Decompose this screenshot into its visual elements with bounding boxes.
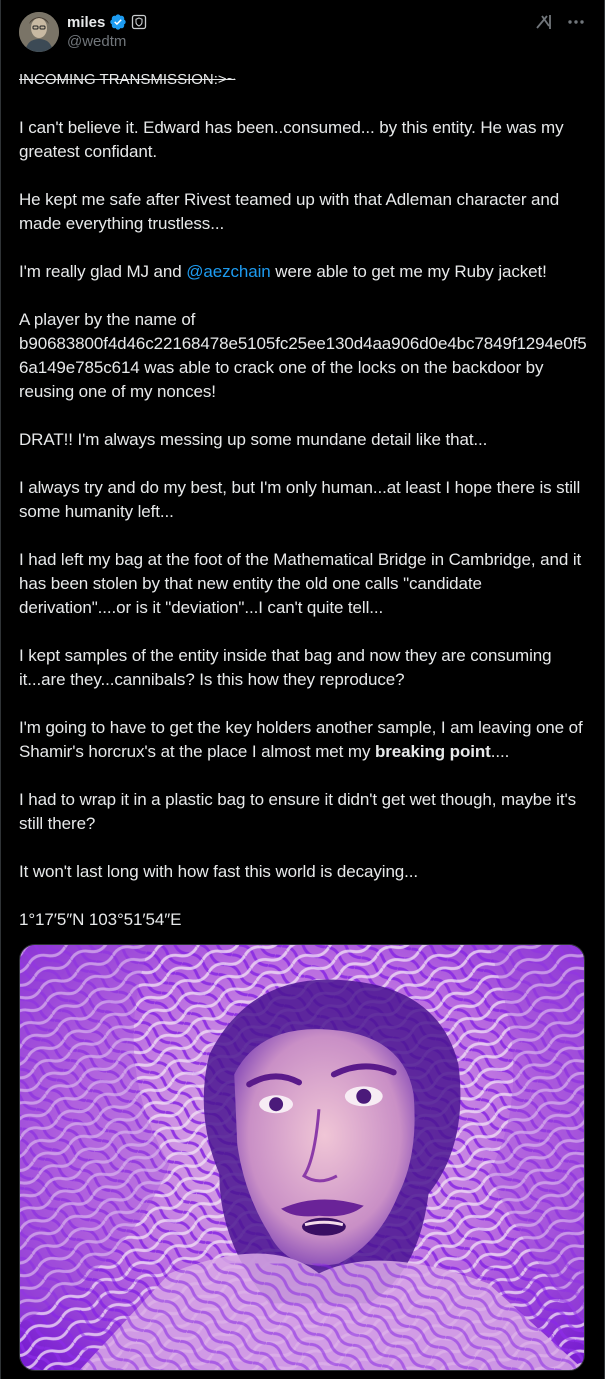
paragraph-10: I had to wrap it in a plastic bag to ens… [19,790,576,833]
more-icon[interactable] [566,12,586,32]
paragraph-4-text: A player by the name of [19,310,196,329]
paragraph-9: I'm going to have to get the key holders… [19,716,589,764]
paragraph-4: A player by the name of b90683800f4d46c22… [19,308,589,404]
paragraph-1: I can't believe it. Edward has been..con… [19,118,564,161]
author-handle[interactable]: @wedtm [67,33,126,50]
paragraph-8: I kept samples of the entity inside that… [19,646,552,689]
author-name[interactable]: miles [67,14,105,31]
psychedelic-portrait-illustration [20,945,584,1370]
bold-phrase: breaking point [374,742,491,761]
avatar[interactable] [19,12,59,52]
paragraph-3-text: I'm really glad MJ and [19,262,187,281]
mention-link[interactable]: @aezchain [186,262,271,281]
affiliate-badge-icon[interactable] [131,14,147,30]
tweet-post: miles @wedtm INCOMING TRANSMISSION:>~ I … [0,0,605,1379]
post-text: INCOMING TRANSMISSION:>~ I can't believe… [19,67,589,956]
verified-badge-icon[interactable] [109,13,127,31]
paragraph-6: I always try and do my best, but I'm onl… [19,478,581,521]
paragraph-3: I'm really glad MJ and @aezchain were ab… [19,260,589,284]
paragraph-5: DRAT!! I'm always messing up some mundan… [19,430,488,449]
post-image[interactable] [19,944,585,1371]
transmission-header: INCOMING TRANSMISSION:>~ [19,71,236,88]
paragraph-9-text-end: .... [490,742,510,761]
grok-icon[interactable] [534,12,554,32]
paragraph-11: It won't last long with how fast this wo… [19,862,419,881]
paragraph-7: I had left my bag at the foot of the Mat… [19,550,582,617]
author-name-row: miles [67,11,147,33]
coordinates: 1°17′5″N 103°51′54″E [19,910,182,929]
paragraph-2: He kept me safe after Rivest teamed up w… [19,190,560,233]
post-actions-top [534,12,586,32]
paragraph-3-text-end: were able to get me my Ruby jacket! [270,262,547,281]
